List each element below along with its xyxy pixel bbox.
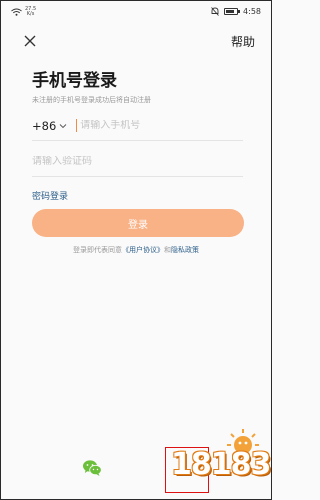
agreement-prefix: 登录即代表同意 [73, 246, 122, 254]
user-agreement-link[interactable]: 《用户协议》 [122, 246, 164, 254]
help-button[interactable]: 帮助 [231, 33, 255, 50]
verification-code-input[interactable] [32, 156, 232, 167]
privacy-policy-link[interactable]: 隐私政策 [171, 246, 199, 254]
agreement-conjunction: 和 [164, 246, 171, 254]
network-speed-unit: K/s [26, 11, 35, 17]
country-code-value: +86 [32, 118, 57, 133]
top-bar: 帮助 [1, 23, 271, 57]
phone-row: +86 [32, 111, 243, 141]
status-right: 4:58 [211, 7, 261, 16]
login-button-label: 登录 [128, 219, 148, 231]
chevron-down-icon [59, 123, 67, 128]
page-subtitle: 未注册的手机号登录成功后将自动注册 [32, 96, 151, 104]
wechat-icon[interactable] [82, 459, 102, 477]
wifi-icon [11, 8, 22, 16]
status-time: 4:58 [243, 7, 261, 16]
network-speed: 27.5 K/s [25, 7, 36, 17]
close-icon[interactable] [19, 30, 41, 52]
agreement-text: 登录即代表同意《用户协议》和隐私政策 [1, 245, 271, 255]
watermark-text: 18183 [171, 447, 271, 482]
code-row [32, 147, 243, 177]
country-code-selector[interactable]: +86 [32, 119, 67, 133]
text-cursor [76, 119, 78, 132]
mute-bell-icon [211, 7, 219, 16]
battery-icon [224, 8, 241, 15]
status-bar: 27.5 K/s 4:58 [1, 1, 271, 23]
password-login-link[interactable]: 密码登录 [32, 189, 68, 202]
status-left: 27.5 K/s [11, 7, 36, 17]
site-watermark-logo: 18183 [165, 421, 271, 493]
phone-input[interactable] [80, 120, 231, 131]
page-title: 手机号登录 [32, 71, 117, 91]
login-button[interactable]: 登录 [32, 209, 244, 237]
